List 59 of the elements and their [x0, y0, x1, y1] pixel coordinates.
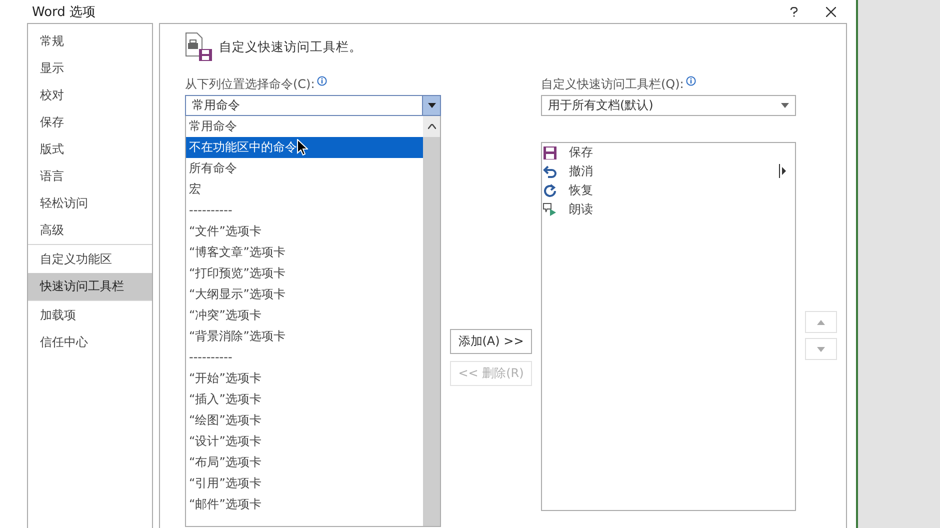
dropdown-option[interactable]: “布局”选项卡 — [186, 452, 423, 473]
toolbar-item[interactable]: 撤消 — [569, 163, 593, 180]
sidebar-item[interactable]: 语言 — [28, 163, 152, 190]
info-icon — [686, 76, 696, 86]
sidebar-item[interactable]: 高级 — [28, 217, 152, 244]
dropdown-option[interactable]: 宏 — [186, 179, 423, 200]
sidebar-item[interactable]: 信任中心 — [28, 329, 152, 356]
toolbar-item[interactable]: 恢复 — [569, 182, 593, 199]
up-caret-icon — [817, 320, 825, 324]
dropdown-option[interactable]: “大纲显示”选项卡 — [186, 284, 423, 305]
commands-dropdown[interactable]: 常用命令 — [185, 95, 441, 116]
dropdown-option[interactable]: “背景消除”选项卡 — [186, 326, 423, 347]
dropdown-option[interactable]: 所有命令 — [186, 158, 423, 179]
help-icon[interactable] — [790, 6, 798, 16]
down-caret-icon — [817, 346, 825, 352]
dropdown-option[interactable]: “插入”选项卡 — [186, 389, 423, 410]
toolbar-save-icon — [185, 32, 213, 62]
dropdown-option[interactable]: “打印预览”选项卡 — [186, 263, 423, 284]
dropdown-option[interactable]: “绘图”选项卡 — [186, 410, 423, 431]
scroll-up-icon[interactable] — [428, 124, 436, 129]
save-icon — [543, 146, 557, 160]
undo-icon — [543, 164, 557, 178]
dropdown-option[interactable]: “冲突”选项卡 — [186, 305, 423, 326]
sidebar-item[interactable]: 快速访问工具栏 — [28, 273, 152, 300]
info-icon — [316, 76, 327, 86]
split-arrow-icon — [779, 164, 787, 178]
caret-icon — [428, 103, 436, 108]
section-title: 自定义快速访问工具栏。 — [219, 38, 362, 56]
dropdown-option[interactable]: “邮件”选项卡 — [186, 494, 423, 515]
mouse-pointer-icon — [297, 139, 308, 156]
sidebar-item[interactable]: 自定义功能区 — [28, 246, 152, 273]
dropdown-option[interactable]: ---------- — [186, 347, 423, 368]
toolbar-item[interactable]: 朗读 — [569, 201, 593, 218]
dropdown-option[interactable]: ---------- — [186, 200, 423, 221]
sidebar-item[interactable]: 校对 — [28, 82, 152, 109]
dropdown-option[interactable]: “引用”选项卡 — [186, 473, 423, 494]
dropdown-option[interactable]: “博客文章”选项卡 — [186, 242, 423, 263]
scrollbar[interactable] — [423, 116, 440, 526]
field-label: 自定义快速访问工具栏(Q): — [541, 76, 684, 93]
redo-icon — [543, 184, 557, 198]
sidebar-item[interactable]: 版式 — [28, 136, 152, 163]
sidebar-item[interactable]: 加载项 — [28, 302, 152, 329]
window-title: Word 选项 — [32, 4, 97, 20]
dropdown-option[interactable]: 不在功能区中的命令 — [186, 137, 423, 158]
sidebar-item[interactable]: 保存 — [28, 109, 152, 136]
sidebar-item[interactable]: 常规 — [28, 28, 152, 55]
sidebar-item[interactable]: 显示 — [28, 55, 152, 82]
dropdown-option[interactable]: “文件”选项卡 — [186, 221, 423, 242]
close-icon[interactable] — [826, 6, 836, 16]
dropdown-option[interactable]: “设计”选项卡 — [186, 431, 423, 452]
caret-icon — [781, 103, 789, 108]
speech-play-icon — [543, 202, 557, 216]
sidebar-item[interactable]: 轻松访问 — [28, 190, 152, 217]
scope-dropdown[interactable]: 用于所有文档(默认) — [541, 95, 796, 116]
dropdown-option[interactable]: “开始”选项卡 — [186, 368, 423, 389]
dialog-button[interactable]: 添加(A) >> — [450, 329, 532, 354]
toolbar-item[interactable]: 保存 — [569, 144, 593, 161]
field-label: 从下列位置选择命令(C): — [185, 76, 315, 93]
dropdown-option[interactable]: 常用命令 — [186, 116, 423, 137]
